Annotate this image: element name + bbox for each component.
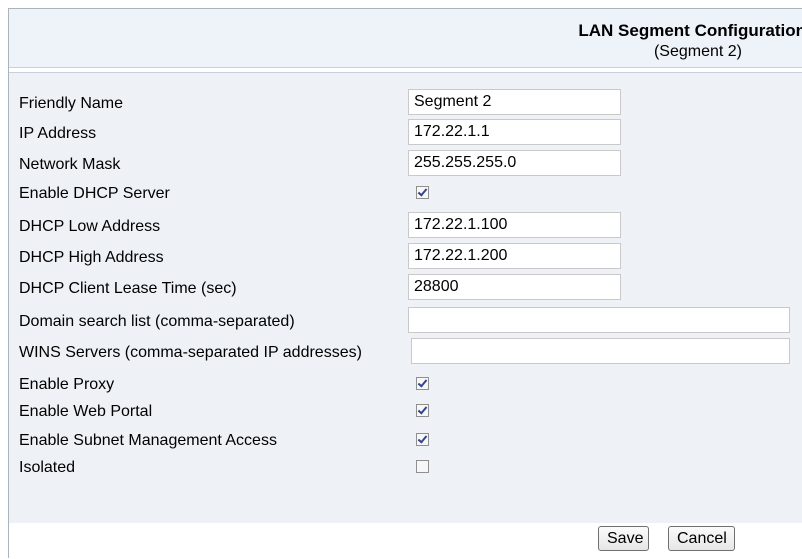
dialog-header: LAN Segment Configuration (Segment 2) xyxy=(9,9,802,68)
ip-address-row: IP Address xyxy=(9,119,802,148)
save-button[interactable]: Save xyxy=(598,526,649,551)
network-mask-label: Network Mask xyxy=(19,156,121,173)
enable-proxy-checkbox[interactable] xyxy=(416,377,429,390)
friendly-name-field[interactable] xyxy=(408,89,621,115)
enable-web-portal-row: Enable Web Portal xyxy=(9,397,802,426)
lease-time-row: DHCP Client Lease Time (sec) xyxy=(9,274,802,303)
ip-address-label: IP Address xyxy=(19,125,97,142)
enable-subnet-mgmt-checkbox[interactable] xyxy=(416,433,429,446)
lease-time-label: DHCP Client Lease Time (sec) xyxy=(19,280,237,297)
enable-dhcp-label: Enable DHCP Server xyxy=(19,185,170,202)
domain-search-label: Domain search list (comma-separated) xyxy=(19,313,295,330)
dialog-title: LAN Segment Configuration xyxy=(578,21,802,40)
enable-dhcp-row: Enable DHCP Server xyxy=(9,179,802,208)
cancel-button[interactable]: Cancel xyxy=(668,526,735,551)
enable-subnet-mgmt-row: Enable Subnet Management Access xyxy=(9,426,802,455)
isolated-checkbox[interactable] xyxy=(416,460,429,473)
domain-search-field[interactable] xyxy=(408,307,790,333)
lan-segment-dialog: LAN Segment Configuration (Segment 2) Fr… xyxy=(8,8,802,559)
enable-web-portal-label: Enable Web Portal xyxy=(19,403,153,420)
dhcp-low-label: DHCP Low Address xyxy=(19,218,161,235)
dialog-subtitle: (Segment 2) xyxy=(653,43,742,60)
network-mask-row: Network Mask xyxy=(9,150,802,179)
dhcp-high-row: DHCP High Address xyxy=(9,243,802,272)
enable-proxy-label: Enable Proxy xyxy=(19,376,115,393)
dhcp-high-field[interactable] xyxy=(408,243,621,269)
enable-proxy-row: Enable Proxy xyxy=(9,370,802,399)
isolated-row: Isolated xyxy=(9,453,802,482)
ip-address-field[interactable] xyxy=(408,119,621,145)
enable-dhcp-checkbox[interactable] xyxy=(416,186,429,199)
domain-search-row: Domain search list (comma-separated) xyxy=(9,307,802,336)
friendly-name-row: Friendly Name xyxy=(9,89,802,118)
enable-subnet-mgmt-label: Enable Subnet Management Access xyxy=(19,432,277,449)
wins-servers-row: WINS Servers (comma-separated IP address… xyxy=(9,338,802,367)
enable-web-portal-checkbox[interactable] xyxy=(416,404,429,417)
dhcp-high-label: DHCP High Address xyxy=(19,249,164,266)
isolated-label: Isolated xyxy=(19,459,76,476)
dhcp-low-field[interactable] xyxy=(408,212,621,238)
dialog-footer: Save Cancel xyxy=(9,523,802,559)
network-mask-field[interactable] xyxy=(408,150,621,176)
dhcp-low-row: DHCP Low Address xyxy=(9,212,802,241)
wins-servers-label: WINS Servers (comma-separated IP address… xyxy=(19,344,362,361)
settings-form: Friendly Name IP Address Network Mask En… xyxy=(9,72,802,523)
wins-servers-field[interactable] xyxy=(411,338,790,364)
lease-time-field[interactable] xyxy=(408,274,621,300)
friendly-name-label: Friendly Name xyxy=(19,95,124,112)
